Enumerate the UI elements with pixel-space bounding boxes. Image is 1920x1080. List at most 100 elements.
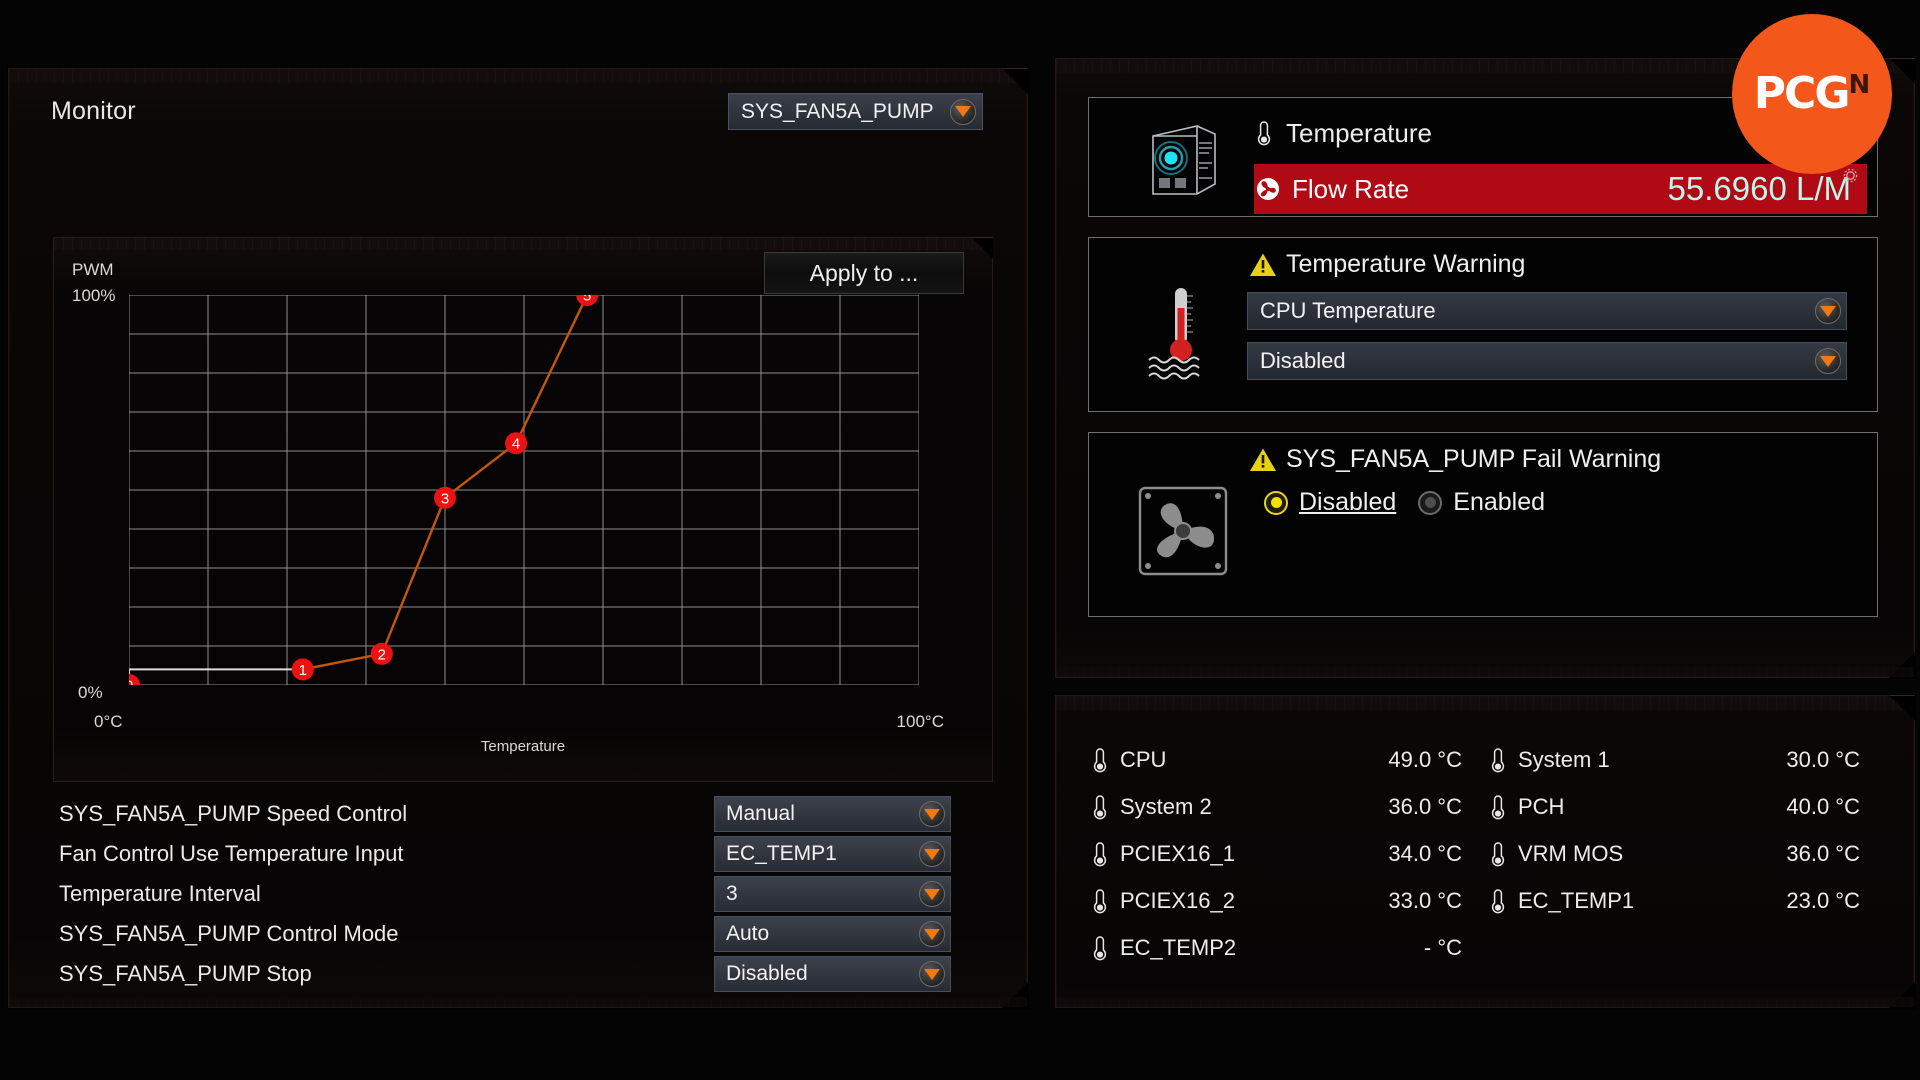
flow-rate-readout[interactable]: Flow Rate 55.6960 L/M (1254, 164, 1867, 214)
chevron-down-icon[interactable] (919, 961, 945, 987)
temperature-reading-name: CPU (1120, 747, 1167, 772)
chevron-down-icon[interactable] (919, 801, 945, 827)
chart-point-label: 0 (129, 678, 133, 686)
setting-row: SYS_FAN5A_PUMP Control Mode Auto (59, 914, 989, 954)
chart-xtick-min: 0°C (94, 712, 123, 731)
setting-value-select[interactable]: EC_TEMP1 (714, 836, 951, 872)
chart-point-handle-2[interactable]: 2 (370, 642, 393, 665)
temperature-warning-threshold-select[interactable]: Disabled (1247, 342, 1847, 380)
flow-rate-value: 55.6960 L/M (1667, 170, 1851, 207)
setting-row: Temperature Interval 3 (59, 874, 989, 914)
temperature-warning-title: Temperature Warning (1286, 250, 1526, 278)
thermometer-icon (1491, 795, 1505, 820)
setting-row: Fan Control Use Temperature Input EC_TEMP… (59, 834, 989, 874)
setting-label: Temperature Interval (59, 881, 261, 906)
setting-row: SYS_FAN5A_PUMP Stop Disabled (59, 954, 989, 994)
temperature-reading: System 1 30.0 °C (1488, 740, 1886, 780)
fan-fail-warning-card: SYS_FAN5A_PUMP Fail Warning Disabled Enab… (1088, 432, 1878, 617)
fan-fail-option-disabled[interactable]: Disabled (1264, 488, 1396, 517)
panel-corner-notch (1889, 58, 1915, 84)
thermometer-icon (1257, 121, 1271, 146)
page-title: Monitor (51, 97, 136, 125)
chart-point-handle-4[interactable]: 4 (505, 432, 528, 455)
chevron-down-icon[interactable] (1815, 348, 1841, 374)
fan-curve-plot[interactable]: 0 1 2 3 4 5 (129, 295, 919, 685)
radio-dot-icon[interactable] (1418, 490, 1443, 515)
chart-point-handle-3[interactable]: 3 (434, 486, 456, 509)
watermark-text: PCG (1753, 68, 1851, 120)
temperature-readings-grid: CPU 49.0 °C System 1 30.0 °C System 2 36.0 °C… (1090, 740, 1886, 968)
chevron-down-icon[interactable] (919, 841, 945, 867)
watermark-sup: N (1848, 69, 1871, 100)
fan-settings-list: SYS_FAN5A_PUMP Speed Control Manual Fan Co… (59, 794, 989, 994)
thermometer-icon (1093, 889, 1107, 914)
chart-point-handle-0[interactable]: 0 (129, 674, 140, 685)
chart-point-handle-5[interactable]: 5 (576, 295, 599, 306)
setting-label: SYS_FAN5A_PUMP Speed Control (59, 801, 408, 826)
temperature-reading-value: 34.0 °C (1388, 841, 1462, 866)
setting-value-select[interactable]: 3 (714, 876, 951, 912)
fan-curve-chart[interactable]: PWM 100% 0% 0°C 100°C Temperature Apply … (53, 237, 993, 782)
temperature-reading-name: VRM MOS (1518, 841, 1624, 866)
temperature-reading-value: 33.0 °C (1388, 888, 1462, 913)
temperature-reading-name: PCIEX16_2 (1120, 888, 1235, 913)
setting-value-select[interactable]: Disabled (714, 956, 951, 992)
setting-value-select[interactable]: Auto (714, 916, 951, 952)
gear-icon[interactable] (1842, 167, 1859, 184)
temperature-reading: VRM MOS 36.0 °C (1488, 834, 1886, 874)
fan-fail-option-label: Enabled (1453, 488, 1546, 516)
flow-rate-label: Flow Rate (1292, 173, 1410, 204)
warning-triangle-icon (1250, 253, 1276, 276)
fan-icon (1257, 178, 1279, 200)
chevron-down-icon[interactable] (950, 98, 976, 125)
temperature-warning-threshold-value: Disabled (1260, 348, 1346, 373)
chart-ytick-min: 0% (78, 683, 103, 702)
thermometer-icon (1093, 795, 1107, 820)
setting-value-select[interactable]: Manual (714, 796, 951, 832)
temperature-reading: EC_TEMP2 - °C (1090, 928, 1488, 968)
chart-point-handle-1[interactable]: 1 (291, 658, 314, 681)
setting-value-text: Manual (726, 802, 795, 825)
temperature-reading-name: PCIEX16_1 (1120, 841, 1235, 866)
fan-fail-warning-header: SYS_FAN5A_PUMP Fail Warning (1249, 445, 1661, 474)
chart-point-label: 3 (441, 490, 449, 507)
setting-row: SYS_FAN5A_PUMP Speed Control Manual (59, 794, 989, 834)
temperature-list-panel: CPU 49.0 °C System 1 30.0 °C System 2 36.0 °C… (1055, 695, 1915, 1008)
thermometer-icon (1093, 748, 1107, 773)
setting-value-text: Disabled (726, 962, 808, 985)
setting-label: SYS_FAN5A_PUMP Control Mode (59, 921, 399, 946)
temperature-reading-name: EC_TEMP2 (1120, 935, 1237, 960)
pc-case-icon (1152, 125, 1216, 195)
temperature-reading-value: 36.0 °C (1388, 794, 1462, 819)
chart-xtick-max: 100°C (896, 712, 944, 731)
setting-value-text: Auto (726, 922, 770, 945)
setting-value-text: EC_TEMP1 (726, 842, 837, 865)
thermometer-icon (1491, 842, 1505, 867)
temperature-reading: System 2 36.0 °C (1090, 787, 1488, 827)
temperature-reading-value: 36.0 °C (1786, 841, 1860, 866)
chevron-down-icon[interactable] (919, 921, 945, 947)
temperature-warning-source-select[interactable]: CPU Temperature (1247, 292, 1847, 330)
panel-corner-notch (1889, 652, 1915, 678)
chevron-down-icon[interactable] (1815, 298, 1841, 324)
temperature-reading-name: System 1 (1518, 747, 1610, 772)
panel-corner-notch (971, 237, 993, 259)
thermometer-icon (1093, 842, 1107, 867)
temperature-reading: PCIEX16_1 34.0 °C (1090, 834, 1488, 874)
fan-icon (1138, 486, 1228, 576)
apply-to-button[interactable]: Apply to ... (764, 252, 964, 294)
fan-fail-option-label: Disabled (1299, 488, 1397, 516)
temperature-reading-value: 49.0 °C (1388, 747, 1462, 772)
fan-fail-option-enabled[interactable]: Enabled (1418, 488, 1545, 517)
fan-header-select[interactable]: SYS_FAN5A_PUMP (728, 93, 983, 130)
radio-dot-icon[interactable] (1264, 490, 1288, 515)
warning-triangle-icon (1250, 448, 1276, 471)
panel-corner-notch (1889, 695, 1915, 721)
temperature-reading: EC_TEMP1 23.0 °C (1488, 881, 1886, 921)
chevron-down-icon[interactable] (919, 881, 945, 907)
temperature-reading: CPU 49.0 °C (1090, 740, 1488, 780)
fan-header-select-value: SYS_FAN5A_PUMP (741, 99, 934, 123)
temperature-reading: PCIEX16_2 33.0 °C (1090, 881, 1488, 921)
pcgn-watermark-logo: PCGN (1732, 14, 1892, 174)
temperature-reading-value: 30.0 °C (1786, 747, 1860, 772)
